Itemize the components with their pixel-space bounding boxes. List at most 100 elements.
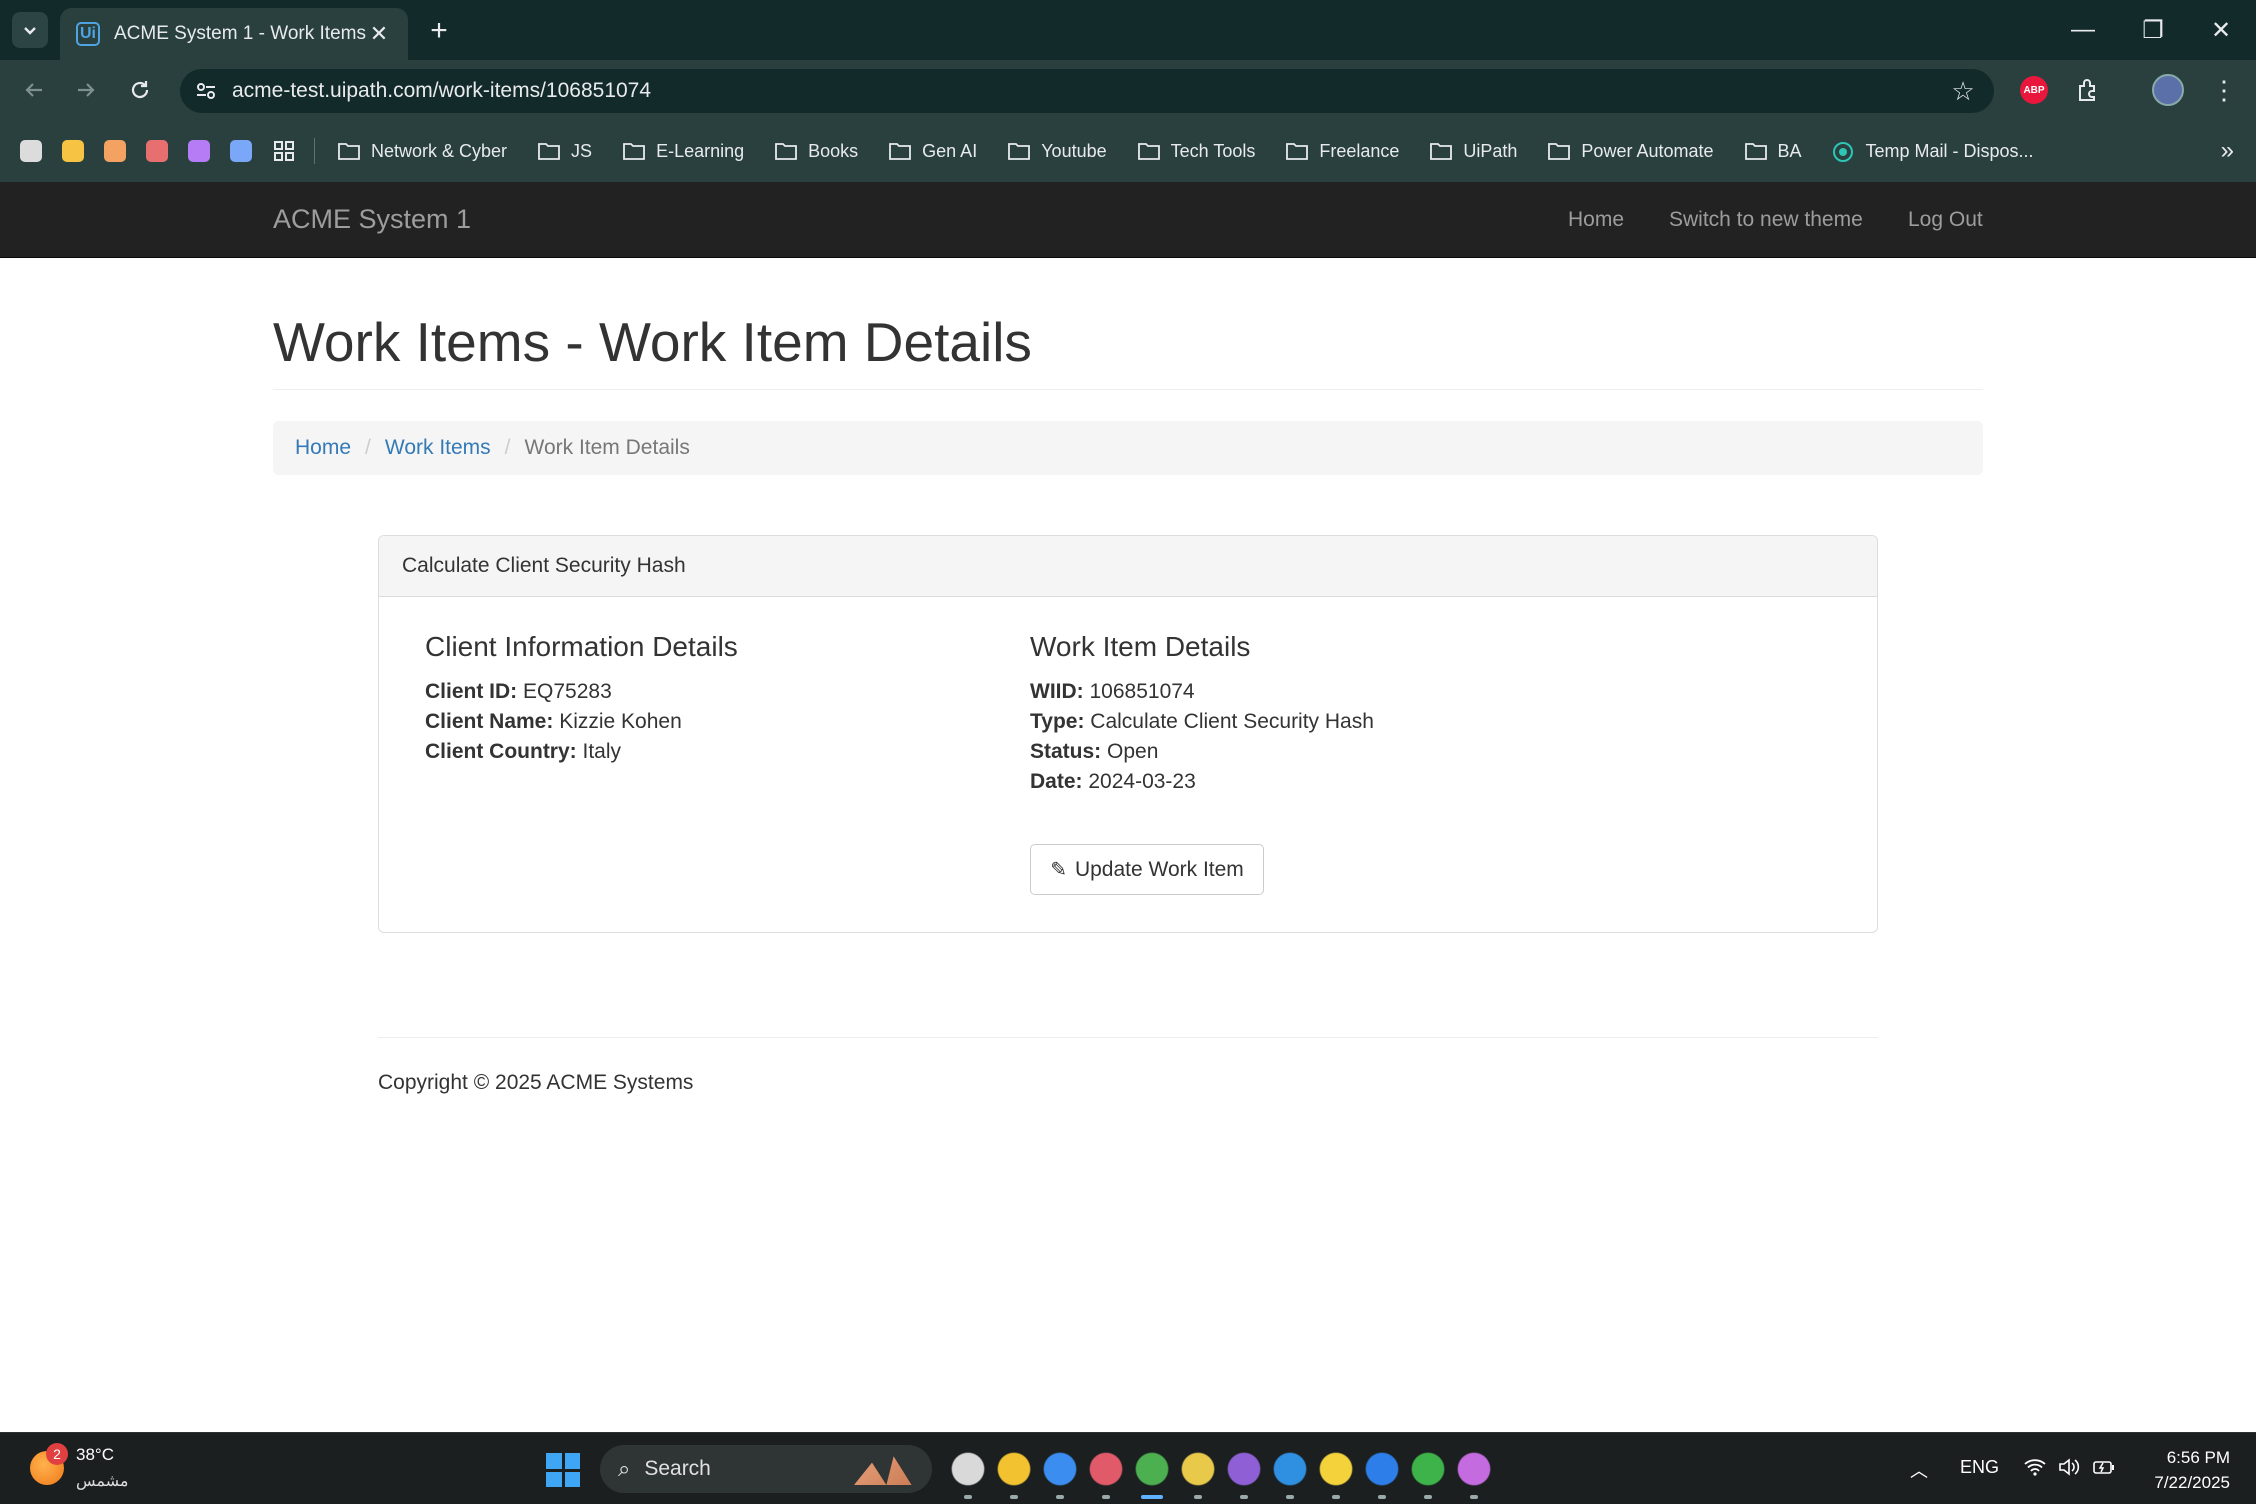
taskbar-search[interactable]: ⌕ Search: [600, 1445, 932, 1493]
address-bar[interactable]: acme-test.uipath.com/work-items/10685107…: [180, 69, 1994, 113]
bookmark-folders: Network & Cyber JS E-Learning Books Gen AI Yo…: [337, 141, 2064, 162]
running-indicator: [1424, 1495, 1432, 1499]
uipath-assistant-icon[interactable]: [1408, 1449, 1448, 1489]
system-clock[interactable]: 6:56 PM 7/22/2025: [2140, 1445, 2230, 1495]
breadcrumb: Home / Work Items / Work Item Details: [273, 421, 1983, 475]
wifi-icon[interactable]: [2024, 1457, 2046, 1482]
bookmark-item[interactable]: Books: [774, 141, 858, 162]
running-indicator: [1470, 1495, 1478, 1499]
weather-condition[interactable]: مشمس: [76, 1471, 129, 1491]
uipath-favicon-icon: Ui: [76, 22, 100, 46]
weather-temperature[interactable]: 38°C: [76, 1445, 114, 1465]
bookmark-star-icon[interactable]: ☆: [1948, 76, 1978, 106]
bookmark-app-3-icon[interactable]: [146, 140, 168, 162]
bookmark-item[interactable]: Freelance: [1285, 141, 1399, 162]
client-info-section: Client Information Details Client ID: EQ…: [425, 631, 738, 767]
work-item-section: Work Item Details WIID: 106851074 Type: …: [1030, 631, 1374, 797]
status-row: Status: Open: [1030, 737, 1374, 767]
tab-close-icon[interactable]: ✕: [366, 21, 392, 47]
file-explorer-icon[interactable]: [994, 1449, 1034, 1489]
breadcrumb-current: Work Item Details: [524, 436, 690, 459]
extensions-icon[interactable]: [2072, 74, 2104, 106]
visual-studio-icon[interactable]: [1224, 1449, 1264, 1489]
bookmark-app-shortcuts: [20, 140, 272, 162]
bookmark-app-5-icon[interactable]: [230, 140, 252, 162]
chrome-menu-icon[interactable]: ⋮: [2208, 74, 2240, 106]
sticky-notes-icon[interactable]: [1316, 1449, 1356, 1489]
nav-logout-link[interactable]: Log Out: [1908, 208, 1983, 232]
bookmark-item[interactable]: Gen AI: [888, 141, 977, 162]
forward-button[interactable]: [68, 72, 104, 108]
picker-icon[interactable]: [1178, 1449, 1218, 1489]
clock-date: 7/22/2025: [2154, 1473, 2230, 1492]
clock-time: 6:56 PM: [2166, 1448, 2230, 1467]
restore-button[interactable]: ❐: [2118, 0, 2188, 60]
tray-overflow-icon[interactable]: ︿: [1910, 1457, 1928, 1483]
battery-icon[interactable]: [2092, 1457, 2116, 1482]
bookmark-item[interactable]: E-Learning: [622, 141, 744, 162]
client-id-value: EQ75283: [523, 680, 612, 703]
bookmark-separator: [314, 138, 315, 164]
site-info-icon[interactable]: [194, 79, 218, 103]
language-indicator[interactable]: ENG: [1960, 1457, 1999, 1478]
bookmark-app-0-icon[interactable]: [20, 140, 42, 162]
nav-switch-theme-link[interactable]: Switch to new theme: [1669, 208, 1863, 232]
breadcrumb-separator: /: [504, 436, 511, 459]
client-name-value: Kizzie Kohen: [559, 710, 682, 733]
folder-icon: [888, 141, 912, 161]
new-tab-button[interactable]: +: [422, 14, 456, 48]
bookmark-item[interactable]: Power Automate: [1547, 141, 1714, 162]
bookmark-app-4-icon[interactable]: [188, 140, 210, 162]
back-button[interactable]: [16, 72, 52, 108]
browser-tab-active[interactable]: Ui ACME System 1 - Work Items ✕: [60, 8, 408, 60]
bookmark-item[interactable]: Youtube: [1007, 140, 1107, 162]
chrome-icon[interactable]: [1132, 1449, 1172, 1489]
acme-brand[interactable]: ACME System 1: [273, 204, 471, 235]
bookmark-label: Gen AI: [922, 140, 978, 161]
task-view-icon[interactable]: [948, 1449, 988, 1489]
breadcrumb-home-link[interactable]: Home: [295, 436, 351, 460]
copyright-text: Copyright © 2025 ACME Systems: [378, 1071, 694, 1094]
minimize-button[interactable]: —: [2048, 0, 2118, 60]
window-close-button[interactable]: ✕: [2186, 0, 2256, 60]
running-indicator: [1010, 1495, 1018, 1499]
media-player-icon[interactable]: [1454, 1449, 1494, 1489]
apps-grid-icon[interactable]: [272, 139, 296, 163]
client-info-heading: Client Information Details: [425, 631, 738, 662]
client-country-label: Client Country:: [425, 740, 577, 763]
breadcrumb-work-items-link[interactable]: Work Items: [385, 436, 491, 460]
nav-home-link[interactable]: Home: [1568, 208, 1624, 232]
volume-icon[interactable]: [2058, 1457, 2080, 1482]
reload-icon: [131, 81, 149, 99]
tab-search-button[interactable]: [12, 12, 48, 48]
running-indicator: [1141, 1495, 1163, 1499]
search-highlight-image: [854, 1456, 926, 1485]
url-text[interactable]: acme-test.uipath.com/work-items/10685107…: [232, 79, 1948, 103]
bookmark-label: Books: [808, 140, 859, 161]
vscode-icon[interactable]: [1270, 1449, 1310, 1489]
bookmark-item[interactable]: UiPath: [1429, 141, 1517, 162]
bookmark-item[interactable]: Temp Mail - Dispos...: [1832, 141, 2034, 162]
reload-button[interactable]: [122, 72, 158, 108]
bookmark-item[interactable]: Tech Tools: [1137, 141, 1255, 162]
client-id-row: Client ID: EQ75283: [425, 677, 738, 707]
running-indicator: [1240, 1495, 1248, 1499]
bookmark-item[interactable]: BA: [1744, 141, 1802, 162]
bookmark-app-2-icon[interactable]: [104, 140, 126, 162]
running-indicator: [1194, 1495, 1202, 1499]
bookmark-item[interactable]: JS: [537, 141, 592, 162]
uipath-studio-icon[interactable]: [1362, 1449, 1402, 1489]
snipping-tool-icon[interactable]: [1086, 1449, 1126, 1489]
more-bookmarks-icon[interactable]: »: [2221, 137, 2234, 165]
client-name-label: Client Name:: [425, 710, 554, 733]
windows-start-icon[interactable]: [546, 1453, 580, 1487]
bookmark-item[interactable]: Network & Cyber: [337, 141, 507, 162]
todo-icon[interactable]: [1040, 1449, 1080, 1489]
bookmark-label: Youtube: [1041, 140, 1107, 161]
windows-taskbar: 2 38°C مشمس ⌕ Search ︿ ENG 6:56 PM 7/22/…: [0, 1432, 2256, 1504]
update-work-item-button[interactable]: ✎ Update Work Item: [1030, 844, 1264, 895]
profile-avatar[interactable]: [2152, 74, 2184, 106]
bookmark-app-1-icon[interactable]: [62, 140, 84, 162]
acme-navbar: ACME System 1 Home Switch to new theme L…: [0, 182, 2256, 258]
adblock-plus-icon[interactable]: ABP: [2020, 76, 2048, 104]
